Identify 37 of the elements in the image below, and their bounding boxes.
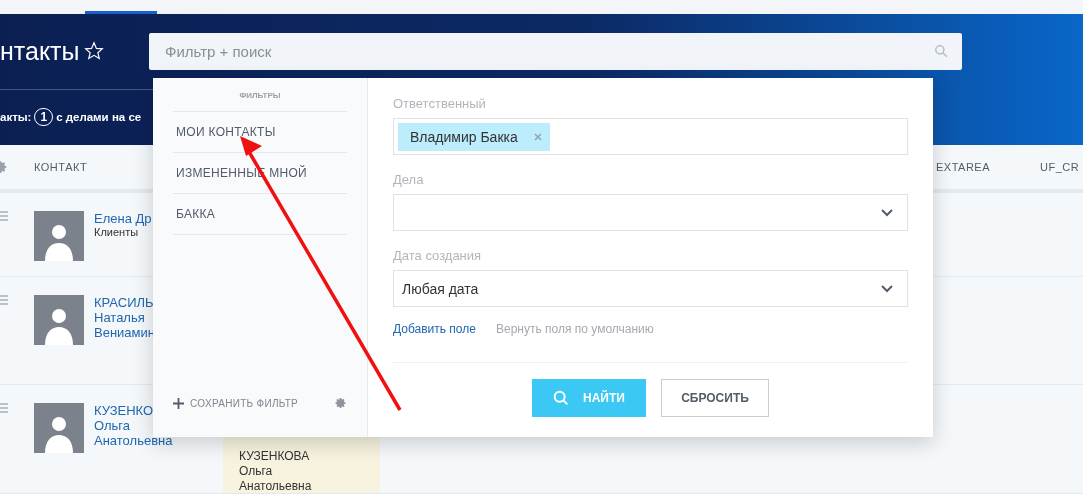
close-icon[interactable] — [533, 132, 542, 141]
star-icon[interactable] — [84, 41, 104, 62]
plus-icon — [173, 397, 184, 409]
avatar-placeholder — [34, 210, 84, 261]
search-input[interactable]: Фильтр + поиск — [163, 35, 934, 68]
counter-text[interactable]: с делами на се — [56, 111, 142, 124]
field-label: Ответственный — [393, 96, 487, 111]
reset-button[interactable]: СБРОСИТЬ — [661, 379, 769, 417]
drag-handle-icon[interactable] — [0, 294, 8, 305]
contact-name-link[interactable]: Анатольевна — [94, 433, 223, 448]
chevron-down-icon — [881, 284, 893, 293]
select-field[interactable] — [393, 194, 908, 231]
tab-indicator — [85, 10, 157, 14]
drag-handle-icon[interactable] — [0, 210, 8, 221]
column-header[interactable]: UF_CR — [1040, 160, 1082, 173]
user-tag[interactable]: Владимир Бакка — [398, 122, 550, 151]
page-title: нтакты — [0, 36, 81, 66]
field-label: Дата создания — [393, 248, 483, 263]
add-field-link[interactable]: Добавить поле — [393, 322, 476, 362]
tag-input-field[interactable]: Владимир Бакка — [393, 118, 908, 155]
chevron-down-icon — [881, 208, 893, 217]
column-header[interactable]: EXTAREA — [936, 160, 1040, 173]
table-cell: КУЗЕНКОВА Ольга Анатольевна — [223, 437, 380, 493]
avatar-placeholder — [34, 294, 84, 345]
filter-preset[interactable]: БАККА — [173, 194, 347, 235]
settings-icon[interactable] — [335, 397, 347, 409]
save-filter-button[interactable]: СОХРАНИТЬ ФИЛЬТР — [173, 397, 299, 409]
search-icon — [553, 390, 570, 406]
contact-type: Клиенты — [94, 225, 139, 238]
counter-label: акты: — [0, 111, 32, 124]
field-label: Дела — [393, 172, 425, 187]
filters-heading: ФИЛЬТРЫ — [173, 78, 347, 112]
search-icon[interactable] — [934, 44, 948, 59]
search-field[interactable]: Фильтр + поиск — [149, 32, 962, 70]
avatar-placeholder — [34, 403, 84, 453]
drag-handle-icon[interactable] — [0, 403, 8, 413]
select-field[interactable]: Любая дата — [393, 270, 908, 307]
